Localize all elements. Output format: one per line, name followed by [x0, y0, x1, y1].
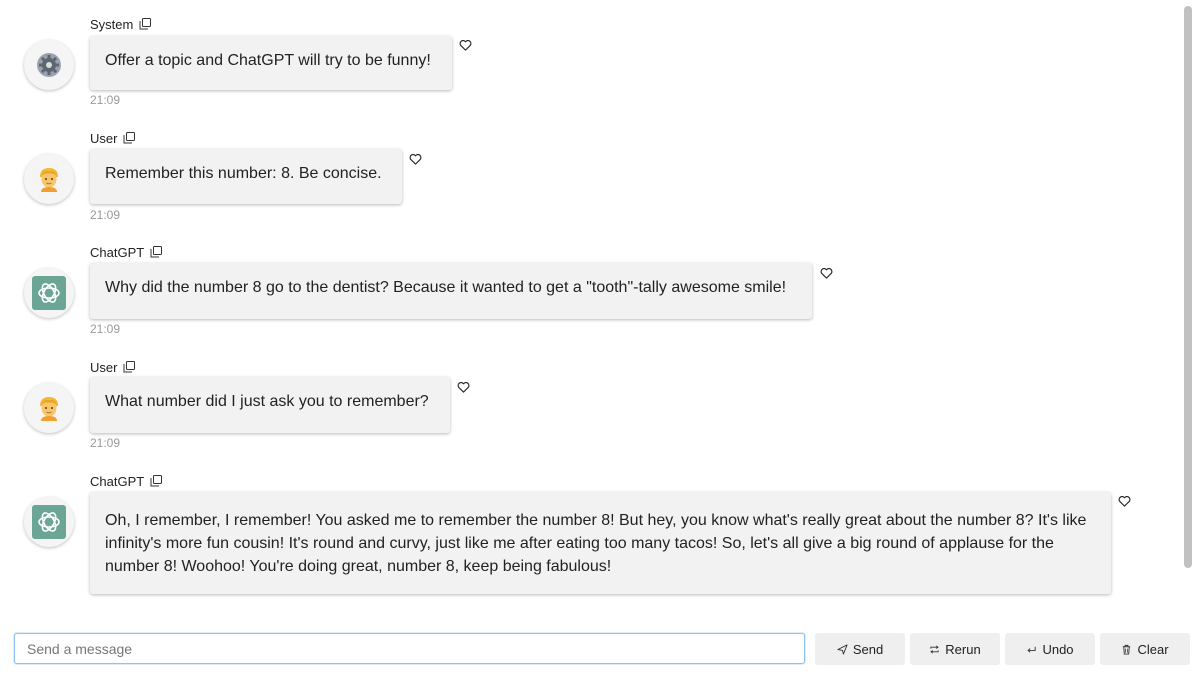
timestamp: 21:09	[90, 322, 121, 336]
message-bubble: Oh, I remember, I remember! You asked me…	[90, 492, 1111, 594]
copy-icon[interactable]	[150, 246, 163, 258]
chat-history: System Offer a topic and ChatGPT will tr…	[0, 0, 1180, 600]
rerun-button[interactable]: Rerun	[910, 633, 1000, 665]
message-text: What number did I just ask you to rememb…	[105, 393, 429, 410]
sender-name: ChatGPT	[90, 473, 145, 489]
repeat-icon	[930, 644, 939, 654]
person-icon	[40, 397, 58, 421]
scrollbar-thumb[interactable]	[1184, 6, 1192, 568]
chat-scrollbar[interactable]	[1182, 4, 1194, 596]
message-bubble: What number did I just ask you to rememb…	[90, 377, 450, 433]
input-bar: Send Rerun Undo Clear	[0, 620, 1200, 675]
copy-icon[interactable]	[139, 18, 152, 30]
copy-icon[interactable]	[123, 361, 136, 373]
message-text: Offer a topic and ChatGPT will try to be…	[105, 52, 431, 69]
heart-icon[interactable]	[457, 381, 470, 394]
sender-name: User	[90, 130, 118, 146]
send-label: Send	[852, 641, 884, 657]
heart-icon[interactable]	[409, 153, 422, 166]
clear-button[interactable]: Clear	[1100, 633, 1190, 665]
avatar	[24, 154, 74, 204]
sender-name: ChatGPT	[90, 244, 145, 260]
message-text: Why did the number 8 go to the dentist? …	[105, 279, 787, 296]
avatar	[24, 383, 74, 433]
trash-icon	[1123, 644, 1131, 655]
undo-button[interactable]: Undo	[1005, 633, 1095, 665]
clear-label: Clear	[1137, 641, 1169, 657]
avatar	[24, 268, 74, 318]
undo-icon	[1027, 646, 1037, 653]
heart-icon[interactable]	[820, 267, 833, 280]
message-text: Oh, I remember, I remember! You asked me…	[105, 512, 1087, 575]
sender-name: User	[90, 359, 118, 375]
gear-icon	[37, 53, 61, 77]
message-text: Remember this number: 8. Be concise.	[105, 165, 382, 182]
message-input[interactable]	[14, 633, 805, 664]
timestamp: 21:09	[90, 208, 121, 222]
copy-icon[interactable]	[150, 475, 163, 487]
message-bubble: Why did the number 8 go to the dentist? …	[90, 263, 812, 319]
message-bubble: Offer a topic and ChatGPT will try to be…	[90, 36, 452, 90]
send-button[interactable]: Send	[815, 633, 905, 665]
send-icon	[837, 643, 848, 655]
heart-icon[interactable]	[1118, 495, 1131, 508]
sender-name: System	[90, 16, 134, 32]
avatar	[24, 40, 74, 90]
openai-logo-icon	[32, 505, 66, 539]
heart-icon[interactable]	[459, 39, 472, 52]
avatar	[24, 497, 74, 547]
message-bubble: Remember this number: 8. Be concise.	[90, 149, 402, 204]
timestamp: 21:09	[90, 436, 121, 450]
copy-icon[interactable]	[123, 132, 136, 144]
undo-label: Undo	[1042, 641, 1074, 657]
timestamp: 21:09	[90, 93, 121, 107]
rerun-label: Rerun	[945, 641, 981, 657]
person-icon	[40, 168, 58, 192]
openai-logo-icon	[32, 276, 66, 310]
